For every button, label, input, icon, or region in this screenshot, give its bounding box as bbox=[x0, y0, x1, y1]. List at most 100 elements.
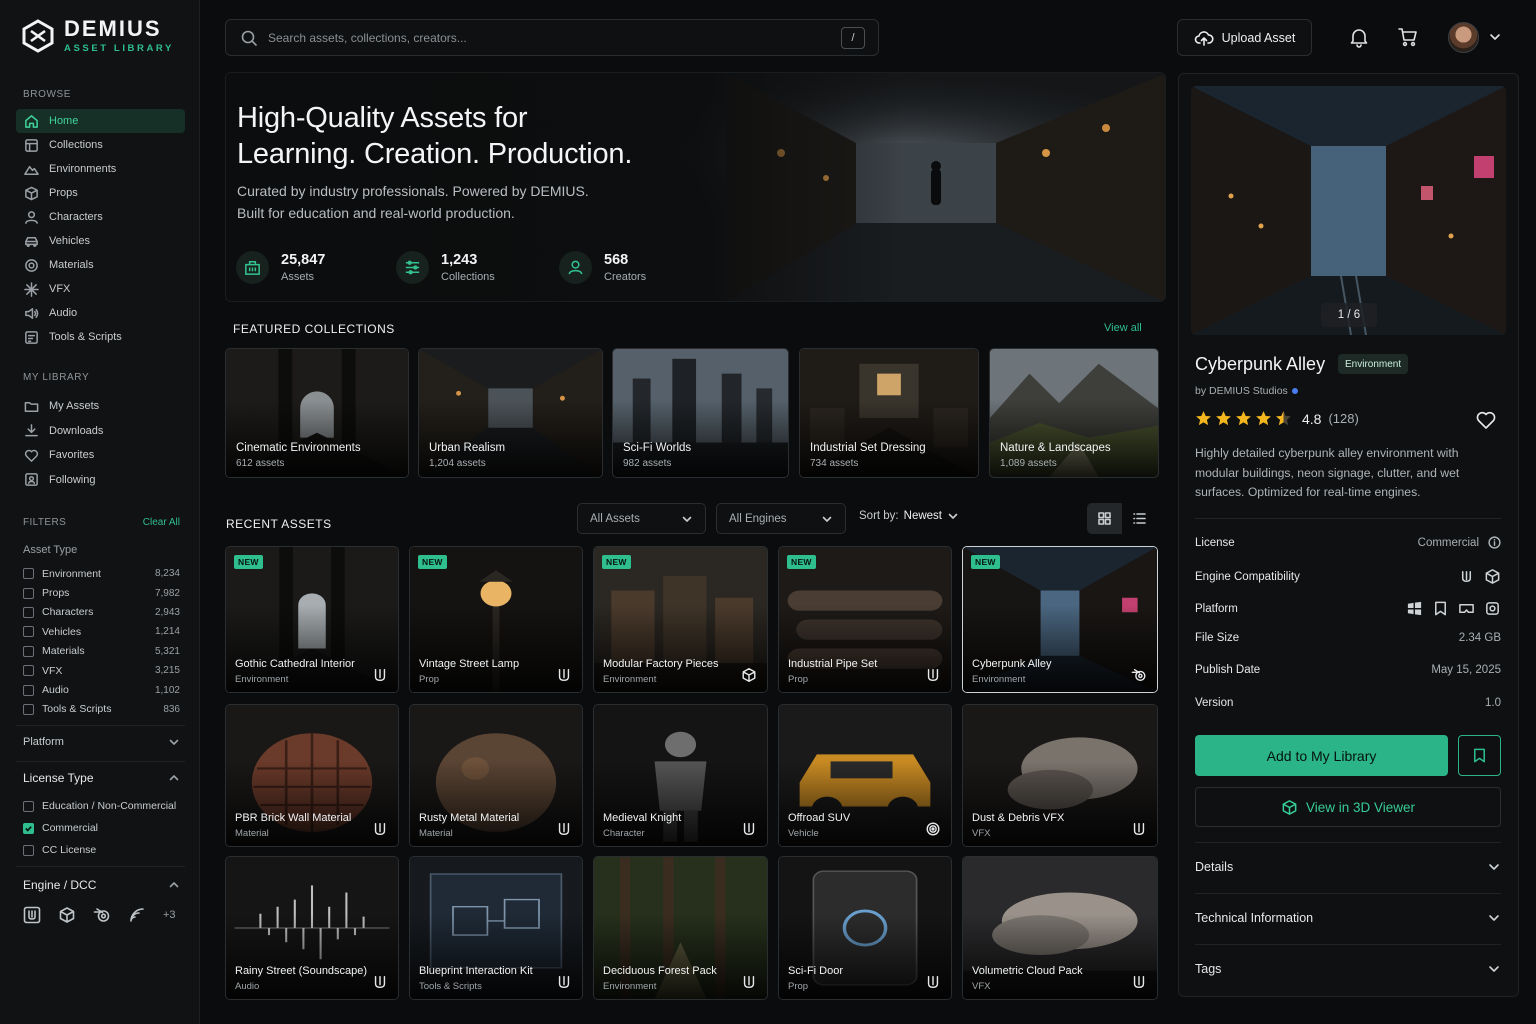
asset-type-filter[interactable]: Tools & Scripts 836 bbox=[23, 700, 180, 719]
asset-card[interactable]: Rainy Street (Soundscape) Audio bbox=[225, 856, 399, 1000]
brand-subtitle: ASSET LIBRARY bbox=[64, 43, 174, 54]
checkbox[interactable] bbox=[23, 800, 34, 812]
asset-author[interactable]: by DEMIUS Studios bbox=[1195, 385, 1298, 397]
checkbox[interactable] bbox=[23, 645, 34, 657]
license-accordion[interactable]: License Type bbox=[23, 771, 180, 785]
asset-card[interactable]: Blueprint Interaction Kit Tools & Scripts bbox=[409, 856, 583, 1000]
sidebar-item-home[interactable]: Home bbox=[16, 109, 185, 133]
technical-info-accordion[interactable]: Technical Information bbox=[1195, 911, 1501, 925]
license-filter[interactable]: Commercial bbox=[23, 817, 183, 839]
sidebar: DEMIUS ASSET LIBRARY BROWSE Home Collect… bbox=[0, 0, 200, 1024]
collection-card[interactable]: Urban Realism 1,204 assets bbox=[418, 348, 603, 478]
checkbox[interactable] bbox=[23, 844, 34, 856]
search-input[interactable] bbox=[268, 30, 831, 45]
platform-accordion[interactable]: Platform bbox=[23, 736, 180, 748]
sidebar-item-characters[interactable]: Characters bbox=[16, 205, 185, 229]
asset-type-filter[interactable]: Characters 2,943 bbox=[23, 603, 180, 622]
filter-count: 7,982 bbox=[154, 587, 180, 599]
asset-card[interactable]: Rusty Metal Material Material bbox=[409, 704, 583, 847]
bell-icon[interactable] bbox=[1348, 26, 1370, 48]
sidebar-item-following[interactable]: Following bbox=[16, 468, 185, 493]
image-pager[interactable]: 1 / 6 bbox=[1321, 303, 1377, 327]
collection-card[interactable]: Industrial Set Dressing 734 assets bbox=[799, 348, 979, 478]
asset-card[interactable]: NEW Cyberpunk Alley Environment bbox=[962, 546, 1158, 693]
favorite-heart-icon[interactable] bbox=[1475, 409, 1497, 431]
sidebar-item-my-assets[interactable]: My Assets bbox=[16, 394, 185, 419]
checkbox[interactable] bbox=[23, 626, 34, 638]
asset-card[interactable]: PBR Brick Wall Material Material bbox=[225, 704, 399, 847]
asset-card[interactable]: NEW Modular Factory Pieces Environment bbox=[593, 546, 768, 693]
asset-card[interactable]: Sci-Fi Door Prop bbox=[778, 856, 952, 1000]
clear-all-link[interactable]: Clear All bbox=[143, 517, 180, 528]
checkbox[interactable] bbox=[23, 568, 34, 580]
sidebar-item-environments[interactable]: Environments bbox=[16, 157, 185, 181]
asset-card[interactable]: Deciduous Forest Pack Environment bbox=[593, 856, 768, 1000]
sidebar-item-audio[interactable]: Audio bbox=[16, 301, 185, 325]
license-filter[interactable]: Education / Non-Commercial bbox=[23, 795, 183, 817]
asset-type-dropdown[interactable]: All Assets bbox=[577, 503, 706, 534]
asset-card[interactable]: Volumetric Cloud Pack VFX bbox=[962, 856, 1158, 1000]
row-label: Engine Compatibility bbox=[1195, 570, 1300, 583]
unity-icon[interactable] bbox=[58, 906, 76, 924]
sidebar-item-downloads[interactable]: Downloads bbox=[16, 419, 185, 444]
asset-card[interactable]: Medieval Knight Character bbox=[593, 704, 768, 847]
asset-card[interactable]: Dust & Debris VFX VFX bbox=[962, 704, 1158, 847]
asset-card[interactable]: NEW Vintage Street Lamp Prop bbox=[409, 546, 583, 693]
avatar[interactable] bbox=[1448, 22, 1479, 53]
brand-logo[interactable]: DEMIUS ASSET LIBRARY bbox=[22, 18, 174, 54]
asset-type-filter[interactable]: Environment 8,234 bbox=[23, 564, 180, 583]
asset-title: Vintage Street Lamp bbox=[419, 658, 520, 670]
checkbox[interactable] bbox=[23, 703, 34, 715]
cart-icon[interactable] bbox=[1397, 26, 1419, 48]
sidebar-item-tools[interactable]: Tools & Scripts bbox=[16, 325, 185, 349]
asset-type-filter[interactable]: Materials 5,321 bbox=[23, 642, 180, 661]
asset-type-filter[interactable]: Audio 1,102 bbox=[23, 680, 180, 699]
blender-icon[interactable] bbox=[93, 906, 111, 924]
sidebar-item-props[interactable]: Props bbox=[16, 181, 185, 205]
collection-card[interactable]: Nature & Landscapes 1,089 assets bbox=[989, 348, 1159, 478]
checkbox-checked[interactable] bbox=[23, 822, 34, 834]
engine-dropdown[interactable]: All Engines bbox=[716, 503, 846, 534]
sort-dropdown[interactable]: Sort by: Newest bbox=[859, 510, 959, 522]
asset-type-filter[interactable]: Vehicles 1,214 bbox=[23, 622, 180, 641]
add-to-library-button[interactable]: Add to My Library bbox=[1195, 735, 1448, 776]
sidebar-item-materials[interactable]: Materials bbox=[16, 253, 185, 277]
filter-label: Materials bbox=[42, 645, 85, 658]
checkbox[interactable] bbox=[23, 665, 34, 677]
houdini-icon[interactable] bbox=[128, 906, 146, 924]
asset-title: Gothic Cathedral Interior bbox=[235, 658, 355, 670]
asset-card[interactable]: NEW Gothic Cathedral Interior Environment bbox=[225, 546, 399, 693]
sidebar-item-vfx[interactable]: VFX bbox=[16, 277, 185, 301]
upload-label: Upload Asset bbox=[1221, 30, 1296, 45]
asset-card[interactable]: Offroad SUV Vehicle bbox=[778, 704, 952, 847]
collection-card[interactable]: Sci-Fi Worlds 982 assets bbox=[612, 348, 789, 478]
chevron-down-icon[interactable] bbox=[1488, 30, 1502, 44]
upload-asset-button[interactable]: Upload Asset bbox=[1177, 19, 1312, 56]
engine-more-count[interactable]: +3 bbox=[163, 909, 176, 921]
asset-preview-image[interactable]: 1 / 6 bbox=[1191, 86, 1506, 335]
asset-type-filter[interactable]: VFX 3,215 bbox=[23, 661, 180, 680]
bookmark-button[interactable] bbox=[1458, 735, 1501, 776]
sidebar-item-vehicles[interactable]: Vehicles bbox=[16, 229, 185, 253]
asset-card[interactable]: NEW Industrial Pipe Set Prop bbox=[778, 546, 952, 693]
view-all-link[interactable]: View all bbox=[1104, 322, 1142, 334]
details-accordion[interactable]: Details bbox=[1195, 860, 1501, 874]
chevron-up-icon[interactable] bbox=[168, 879, 180, 891]
asset-type-filter[interactable]: Props 7,982 bbox=[23, 583, 180, 602]
checkbox[interactable] bbox=[23, 606, 34, 618]
sidebar-item-favorites[interactable]: Favorites bbox=[16, 443, 185, 468]
list-view-icon[interactable] bbox=[1122, 503, 1157, 534]
filter-label: Props bbox=[42, 587, 70, 600]
checkbox[interactable] bbox=[23, 587, 34, 599]
checkbox[interactable] bbox=[23, 684, 34, 696]
collection-card[interactable]: Cinematic Environments 612 assets bbox=[225, 348, 409, 478]
view-3d-button[interactable]: View in 3D Viewer bbox=[1195, 787, 1501, 827]
rating-count: (128) bbox=[1328, 411, 1359, 426]
license-filter[interactable]: CC License bbox=[23, 839, 183, 861]
tags-accordion[interactable]: Tags bbox=[1195, 962, 1501, 976]
grid-view-icon[interactable] bbox=[1087, 503, 1122, 534]
info-icon[interactable] bbox=[1488, 536, 1501, 549]
unreal-icon[interactable] bbox=[23, 906, 41, 924]
search-bar[interactable]: / bbox=[225, 19, 879, 56]
sidebar-item-collections[interactable]: Collections bbox=[16, 133, 185, 157]
